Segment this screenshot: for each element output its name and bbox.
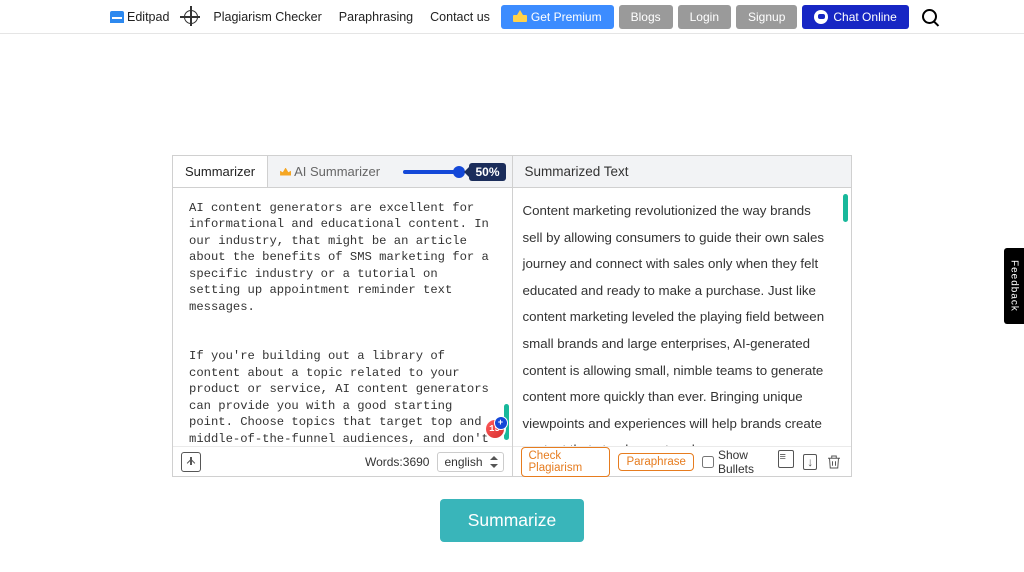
nav-plagiarism[interactable]: Plagiarism Checker bbox=[207, 7, 327, 27]
show-bullets-checkbox[interactable]: Show Bullets bbox=[702, 448, 773, 476]
summarizer-tool: Summarizer AI Summarizer 50% AI content … bbox=[172, 155, 852, 477]
copy-icon bbox=[781, 452, 783, 468]
brand-logo[interactable]: Editpad bbox=[110, 10, 169, 24]
crown-icon bbox=[280, 168, 291, 176]
nav-contact[interactable]: Contact us bbox=[424, 7, 496, 27]
top-nav: Editpad Plagiarism Checker Paraphrasing … bbox=[0, 0, 1024, 34]
output-pane: Summarized Text Content marketing revolu… bbox=[512, 156, 852, 476]
trash-icon bbox=[825, 453, 843, 471]
show-bullets-label: Show Bullets bbox=[718, 448, 773, 476]
feedback-tab[interactable]: Feedback bbox=[1004, 248, 1024, 324]
summarize-button[interactable]: Summarize bbox=[440, 499, 585, 542]
words-label: Words: bbox=[365, 455, 403, 469]
tab-summarizer[interactable]: Summarizer bbox=[173, 156, 268, 187]
get-premium-label: Get Premium bbox=[531, 10, 602, 24]
tab-ai-label: AI Summarizer bbox=[294, 164, 380, 179]
chat-online-button[interactable]: Chat Online bbox=[802, 5, 908, 29]
length-slider[interactable]: 50% bbox=[403, 163, 505, 181]
language-select[interactable]: english bbox=[437, 452, 503, 472]
scrollbar-thumb[interactable] bbox=[843, 194, 848, 222]
check-plagiarism-button[interactable]: Check Plagiarism bbox=[521, 447, 611, 477]
output-textarea[interactable]: Content marketing revolutionized the way… bbox=[513, 188, 852, 446]
get-premium-button[interactable]: Get Premium bbox=[501, 5, 614, 29]
brand-name: Editpad bbox=[127, 10, 169, 24]
delete-button[interactable] bbox=[825, 453, 843, 471]
words-value: 3690 bbox=[403, 455, 430, 469]
blogs-button[interactable]: Blogs bbox=[619, 5, 673, 29]
input-text: AI content generators are excellent for … bbox=[189, 201, 496, 446]
search-icon[interactable] bbox=[922, 9, 937, 24]
paraphrase-button[interactable]: Paraphrase bbox=[618, 453, 693, 471]
chat-bubble-icon bbox=[814, 10, 828, 24]
slider-value: 50% bbox=[469, 163, 505, 181]
output-footer: Check Plagiarism Paraphrase Show Bullets bbox=[513, 446, 852, 476]
slider-track[interactable] bbox=[403, 170, 461, 174]
copy-button[interactable] bbox=[781, 453, 796, 471]
chat-online-label: Chat Online bbox=[833, 10, 896, 24]
tab-ai-summarizer[interactable]: AI Summarizer bbox=[268, 156, 392, 187]
login-button[interactable]: Login bbox=[678, 5, 731, 29]
output-text: Content marketing revolutionized the way… bbox=[523, 203, 825, 446]
input-footer: Words:3690 english bbox=[173, 446, 512, 476]
upload-button[interactable] bbox=[181, 452, 201, 472]
signup-button[interactable]: Signup bbox=[736, 5, 797, 29]
theme-toggle-icon[interactable] bbox=[184, 10, 198, 24]
download-button[interactable] bbox=[803, 454, 817, 470]
input-tabs: Summarizer AI Summarizer 50% bbox=[173, 156, 512, 188]
editpad-icon bbox=[110, 11, 124, 23]
output-header: Summarized Text bbox=[513, 156, 852, 188]
input-pane: Summarizer AI Summarizer 50% AI content … bbox=[173, 156, 512, 476]
upload-arrow-icon bbox=[187, 458, 195, 466]
show-bullets-input[interactable] bbox=[702, 456, 714, 468]
word-count: Words:3690 bbox=[365, 455, 430, 469]
suggestion-count-badge[interactable]: 15 bbox=[484, 418, 506, 440]
nav-paraphrasing[interactable]: Paraphrasing bbox=[333, 7, 419, 27]
input-textarea[interactable]: AI content generators are excellent for … bbox=[173, 188, 512, 446]
crown-icon bbox=[513, 12, 527, 22]
